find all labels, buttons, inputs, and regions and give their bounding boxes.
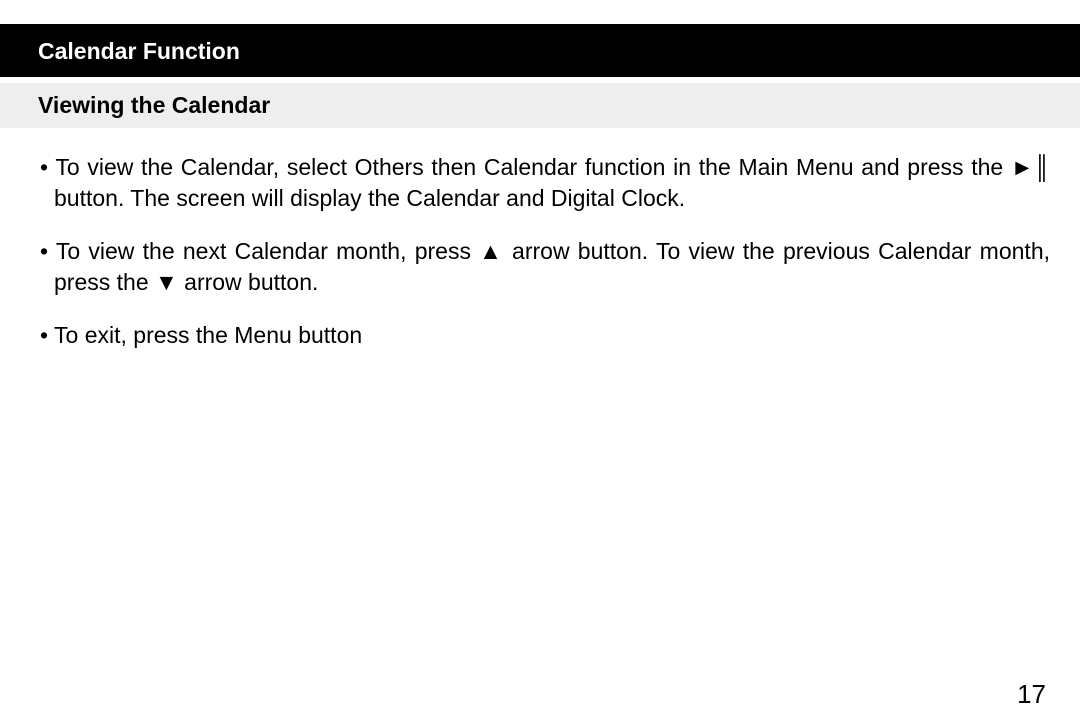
page-container: Calendar Function Viewing the Calendar •…	[0, 24, 1080, 720]
bullet-item: • To view the next Calendar month, press…	[40, 236, 1050, 298]
body-text: • To view the Calendar, select Others th…	[0, 128, 1080, 351]
section-header: Calendar Function	[0, 24, 1080, 77]
bullet-item: • To view the Calendar, select Others th…	[40, 152, 1050, 214]
bullet-item: • To exit, press the Menu button	[40, 320, 1050, 351]
page-number: 17	[1017, 679, 1046, 710]
section-subheader: Viewing the Calendar	[0, 83, 1080, 128]
